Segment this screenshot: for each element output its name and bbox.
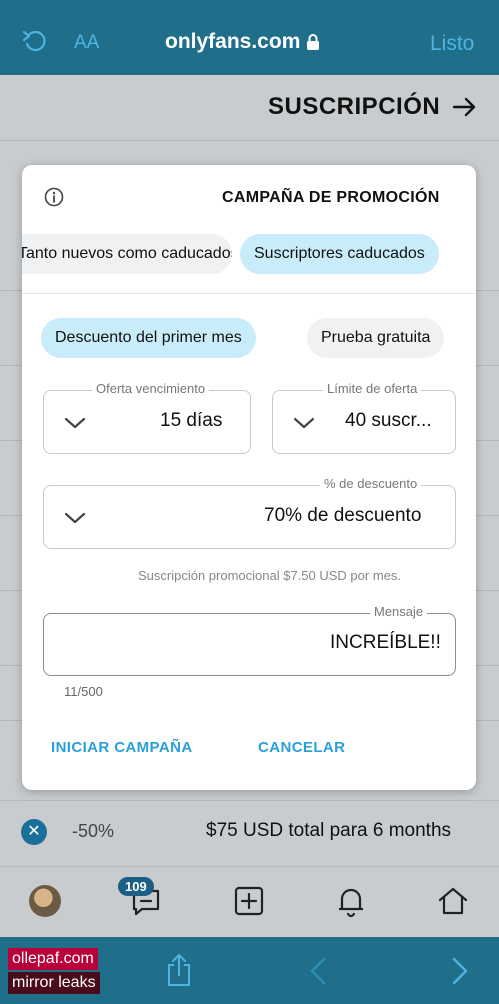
bell-icon[interactable] xyxy=(333,883,369,919)
discount-select[interactable]: % de descuento 70% de descuento xyxy=(43,476,456,549)
message-input[interactable]: Mensaje INCREÍBLE!! xyxy=(43,604,456,676)
messages-badge: 109 xyxy=(118,877,154,896)
remove-offer-icon[interactable]: ✕ xyxy=(21,819,47,845)
avatar[interactable] xyxy=(29,885,61,917)
offer-text: $75 USD total para 6 months xyxy=(206,820,452,841)
share-icon[interactable] xyxy=(165,953,193,987)
cancel-button[interactable]: CANCELAR xyxy=(258,739,345,756)
offer-expiry-label: Oferta vencimiento xyxy=(92,381,210,396)
done-button[interactable]: Listo xyxy=(430,32,474,56)
home-icon[interactable] xyxy=(435,883,471,919)
back-arrow-icon[interactable] xyxy=(450,93,478,121)
offer-limit-label: Límite de oferta xyxy=(323,381,422,396)
info-icon[interactable] xyxy=(44,187,64,207)
offer-discount: -50% xyxy=(72,821,115,841)
watermark-line-1: ollepaf.com xyxy=(8,948,98,970)
url-text: onlyfans.com xyxy=(165,30,301,53)
tab-free-trial[interactable]: Prueba gratuita xyxy=(307,318,445,358)
discount-label: % de descuento xyxy=(320,476,422,491)
text-size-button[interactable]: AA xyxy=(74,32,99,54)
offer-row: ✕ -50% $75 USD total para 6 months xyxy=(0,800,499,863)
start-campaign-button[interactable]: INICIAR CAMPAÑA xyxy=(51,739,193,756)
message-counter: 11/500 xyxy=(64,684,103,699)
promotion-campaign-modal: CAMPAÑA DE PROMOCIÓN Tanto nuevos como c… xyxy=(22,165,476,790)
forward-nav-icon[interactable] xyxy=(450,957,470,985)
chevron-down-icon xyxy=(293,417,315,429)
offer-expiry-value: 15 días xyxy=(160,410,223,431)
watermark: ollepaf.com mirror leaks xyxy=(8,948,100,996)
message-value: INCREÍBLE!! xyxy=(330,632,441,653)
browser-top-bar: AA onlyfans.com Listo xyxy=(0,0,499,75)
modal-title: CAMPAÑA DE PROMOCIÓN xyxy=(222,189,440,206)
tab-new-and-expired[interactable]: Tanto nuevos como caducados xyxy=(22,234,232,274)
message-label: Mensaje xyxy=(370,604,428,619)
reload-icon[interactable] xyxy=(22,28,48,54)
page-title: SUSCRIPCIÓN xyxy=(268,93,441,120)
tab-first-month-discount[interactable]: Descuento del primer mes xyxy=(41,318,256,358)
discount-value: 70% de descuento xyxy=(264,505,422,526)
bottom-nav: 109 xyxy=(0,866,499,937)
lock-icon xyxy=(307,34,320,50)
add-post-icon[interactable] xyxy=(231,883,267,919)
tab-expired-subscribers[interactable]: Suscriptores caducados xyxy=(240,234,439,274)
offer-limit-value: 40 suscr... xyxy=(345,410,432,431)
offer-limit-select[interactable]: Límite de oferta 40 suscr... xyxy=(272,381,456,454)
divider xyxy=(22,293,476,294)
page-header: SUSCRIPCIÓN xyxy=(0,75,499,141)
url-bar[interactable]: onlyfans.com xyxy=(165,30,320,54)
chevron-down-icon xyxy=(64,417,86,429)
chevron-down-icon xyxy=(64,512,86,524)
offer-expiry-select[interactable]: Oferta vencimiento 15 días xyxy=(43,381,251,454)
helper-text: Suscripción promocional $7.50 USD por me… xyxy=(138,568,402,583)
back-nav-icon[interactable] xyxy=(308,957,328,985)
watermark-line-2: mirror leaks xyxy=(8,972,100,994)
